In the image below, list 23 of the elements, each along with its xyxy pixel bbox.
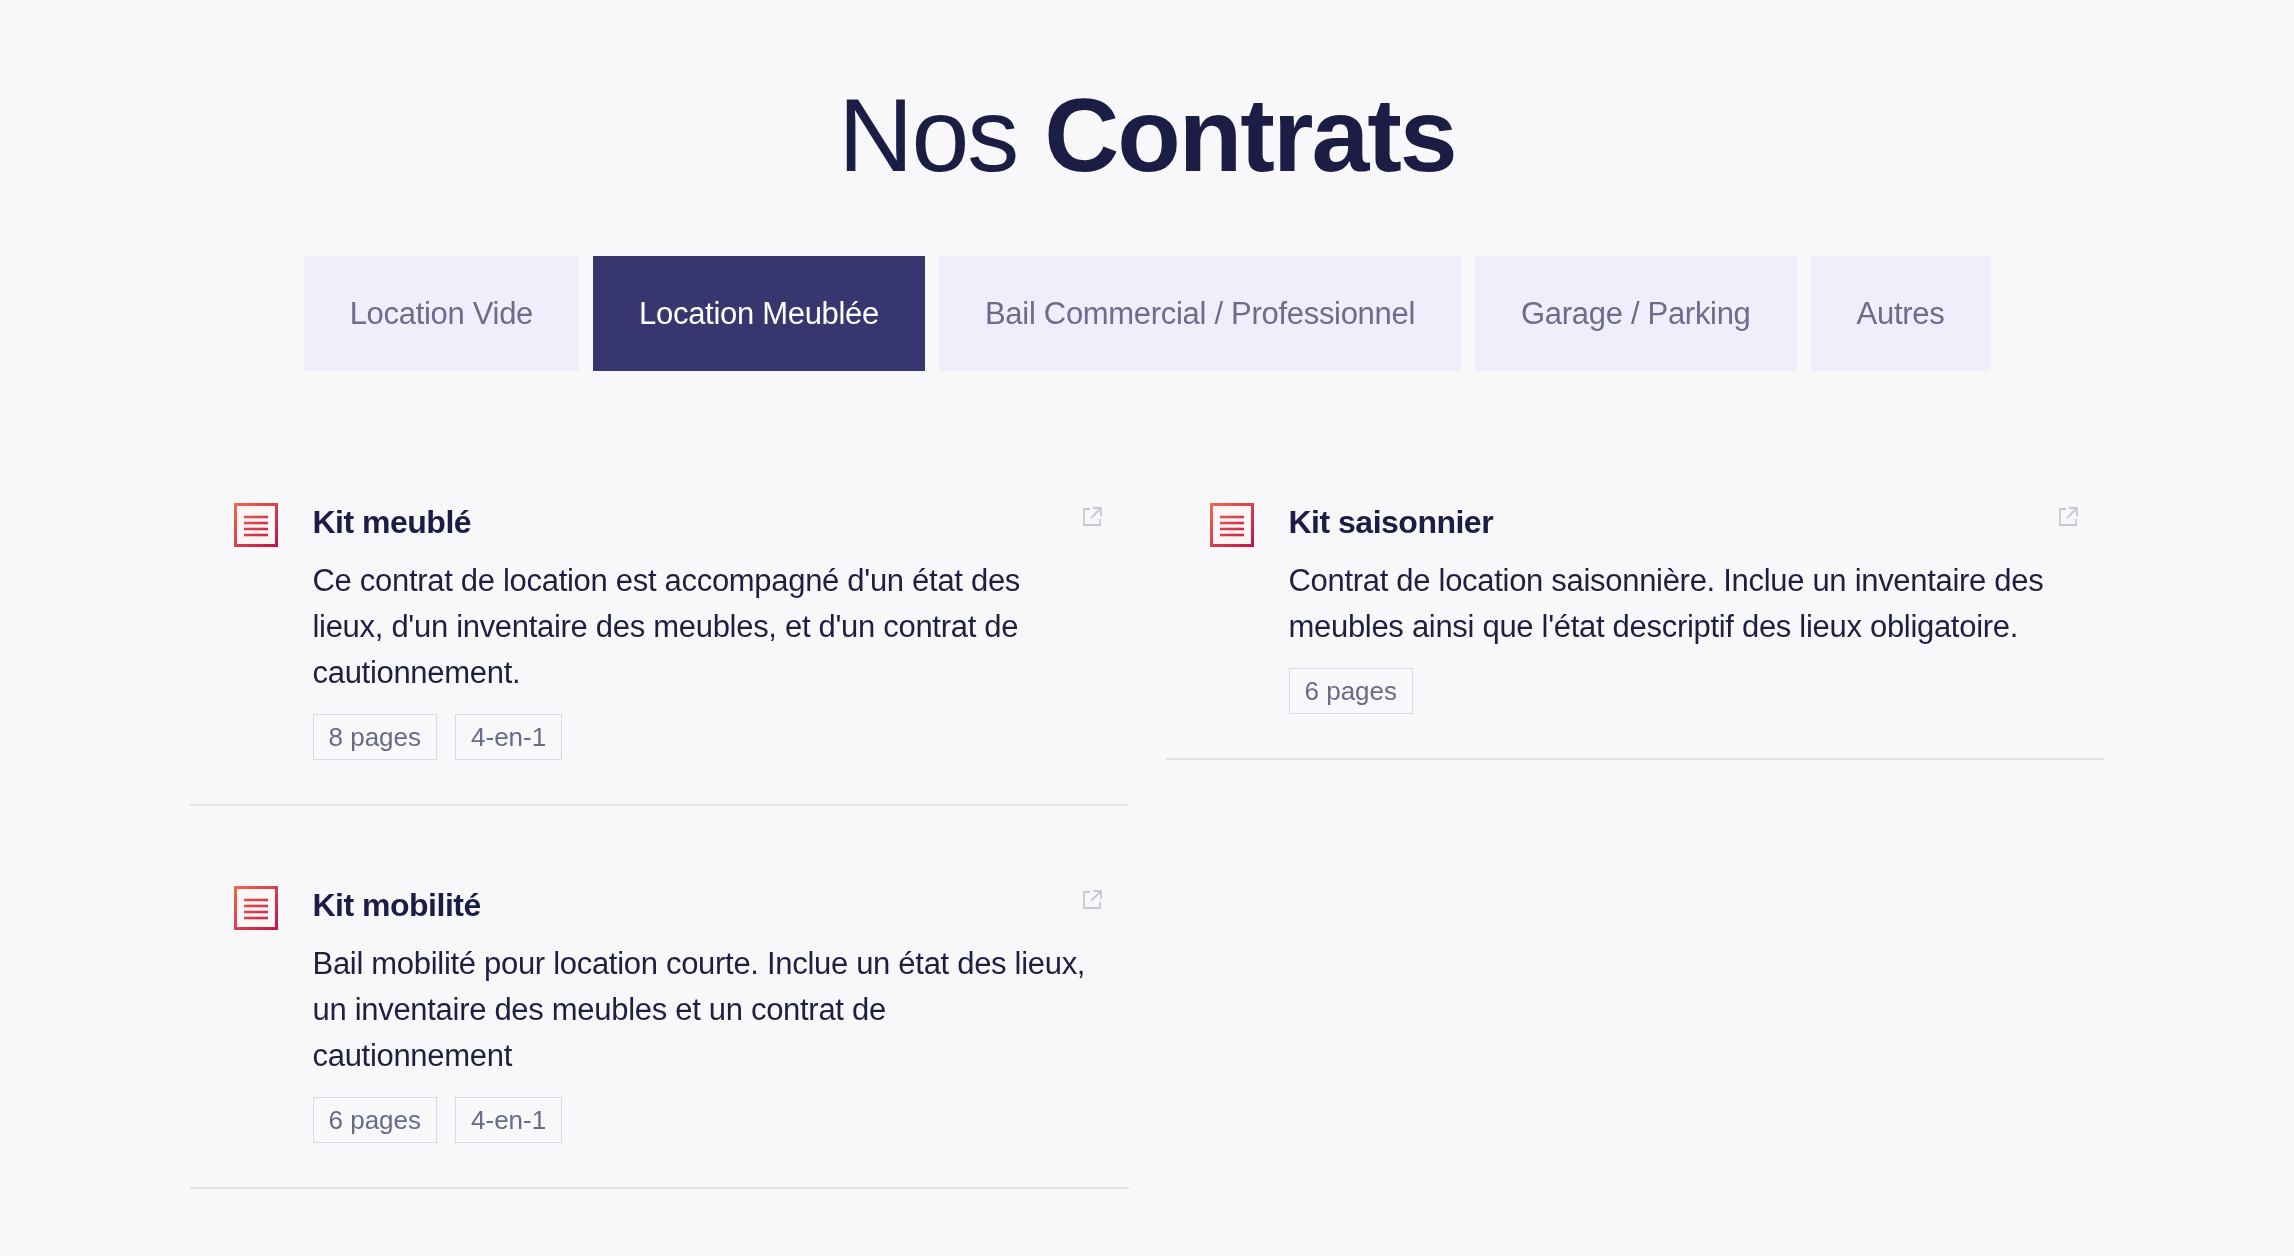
category-tab[interactable]: Bail Commercial / Professionnel (939, 256, 1461, 372)
category-tab[interactable]: Location Meublée (593, 256, 925, 372)
external-link-icon[interactable] (2057, 507, 2078, 528)
external-link-icon[interactable] (1081, 507, 1102, 528)
document-icon (233, 886, 278, 931)
info-tag: 4-en-1 (455, 1097, 563, 1144)
category-tab[interactable]: Autres (1810, 256, 1991, 372)
info-tag: 6 pages (312, 1097, 438, 1144)
info-tag: 8 pages (312, 714, 438, 761)
info-tag: 4-en-1 (455, 714, 563, 761)
contract-description: Contrat de location saisonnière. Inclue un inventaire des meubles ainsi que l'état descriptif des lieux obligatoire. (1288, 562, 2045, 647)
document-icon (233, 503, 278, 548)
contract-title: Kit meublé (312, 503, 472, 542)
document-icon (1209, 503, 1254, 548)
contract-title: Kit mobilité (312, 886, 481, 925)
page-title: Nos Contrats (838, 78, 1456, 193)
info-tag: 6 pages (1288, 668, 1414, 715)
contract-description: Bail mobilité pour location courte. Inclue un état des lieux, un inventaire des meubles et un contrat de cautionnement (312, 945, 1087, 1076)
external-link-icon[interactable] (1081, 890, 1102, 911)
category-tab[interactable]: Location Vide (303, 256, 580, 372)
contract-title: Kit saisonnier (1288, 503, 1494, 542)
category-tab[interactable]: Garage / Parking (1475, 256, 1797, 372)
contract-description: Ce contrat de location est accompagné d'un état des lieux, d'un inventaire des meubles, et d'un contrat de cautionnement. (312, 562, 1022, 693)
